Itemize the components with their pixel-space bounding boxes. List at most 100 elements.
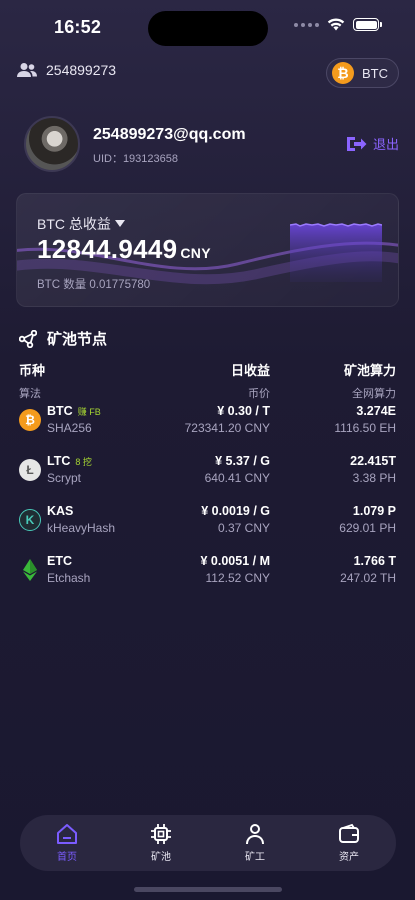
coin-daily: ¥ 0.0051 / M 112.52 CNY (169, 554, 271, 585)
earnings-card: BTC 总收益 12844.9449 CNY BTC 数量 0.01775780 (16, 193, 399, 307)
daily-income: ¥ 5.37 / G (215, 454, 270, 468)
tab-label: 矿池 (151, 852, 171, 863)
status-icons (294, 18, 382, 31)
header-user-id: 254899273 (46, 62, 117, 78)
coin-list: ₿ BTC 赚 FB SHA256 ¥ 0.30 / T 723341.20 C… (19, 404, 396, 604)
pool-hashrate: 1.766 T (353, 554, 396, 568)
status-time: 16:52 (54, 17, 102, 37)
header-price: 币价 (248, 388, 270, 400)
earnings-title: BTC 总收益 (37, 216, 111, 232)
coin-daily: ¥ 5.37 / G 640.41 CNY (169, 454, 270, 485)
litecoin-icon: Ł (19, 459, 41, 481)
tab-home[interactable]: 首页 (32, 823, 102, 863)
coin-price: 640.41 CNY (204, 471, 270, 485)
dynamic-island (148, 11, 268, 46)
pool-table-header: 币种 日收益 矿池算力 算法 币价 全网算力 (19, 360, 396, 401)
user-email: 254899273@qq.com (93, 126, 246, 143)
header-network-hashrate: 全网算力 (352, 388, 396, 400)
bitcoin-icon: ₿ (19, 409, 41, 431)
logout-button[interactable]: 退出 (345, 134, 399, 153)
tab-pool[interactable]: 矿池 (126, 823, 196, 863)
avatar[interactable] (24, 116, 80, 172)
earnings-title-dropdown[interactable]: BTC 总收益 (37, 214, 125, 234)
wifi-icon (327, 18, 345, 31)
pool-section-title: 矿池节点 (47, 331, 108, 348)
home-indicator[interactable] (134, 887, 282, 892)
ethereum-classic-icon (19, 559, 41, 581)
coin-row-etc[interactable]: ETC Etchash ¥ 0.0051 / M 112.52 CNY 1.76… (19, 554, 396, 604)
header-daily: 日收益 (230, 363, 270, 378)
header-algo: 算法 (19, 388, 41, 400)
wallet-icon (339, 823, 359, 843)
bottom-tab-bar: 首页 矿池 矿工 资产 (20, 815, 396, 871)
home-icon (57, 824, 77, 844)
battery-icon (353, 18, 382, 31)
coin-name: KAS (47, 504, 169, 518)
coin-selector-label: BTC (362, 65, 388, 81)
coin-row-ltc[interactable]: Ł LTC 8 挖 Scrypt ¥ 5.37 / G 640.41 CNY 2… (19, 454, 396, 504)
pool-hashrate: 1.079 P (352, 504, 396, 518)
coin-symbol: ETC (47, 554, 72, 568)
tab-label: 矿工 (245, 852, 265, 863)
coin-row-btc[interactable]: ₿ BTC 赚 FB SHA256 ¥ 0.30 / T 723341.20 C… (19, 404, 396, 454)
coin-selector[interactable]: ₿ BTC (326, 58, 399, 88)
tab-miner[interactable]: 矿工 (220, 823, 290, 863)
pool-section-header: 矿池节点 (19, 328, 107, 349)
header-coin: 币种 (19, 363, 46, 378)
coin-symbol: LTC (47, 454, 71, 468)
coin-info: LTC 8 挖 Scrypt (47, 454, 169, 485)
coin-hashrate: 1.766 T 247.02 TH (270, 554, 396, 585)
header-pool-hashrate: 矿池算力 (343, 363, 396, 378)
coin-algo: kHeavyHash (47, 521, 116, 535)
coin-algo: SHA256 (47, 421, 92, 435)
coin-hashrate: 1.079 P 629.01 PH (270, 504, 396, 535)
coin-symbol: KAS (47, 504, 74, 518)
coin-tag: 8 挖 (75, 456, 92, 467)
coin-name: ETC (47, 554, 169, 568)
daily-income: ¥ 0.30 / T (217, 404, 270, 418)
coin-algo: Scrypt (47, 471, 82, 485)
earnings-amount-line: 12844.9449 CNY (37, 234, 211, 265)
coin-price: 0.37 CNY (217, 521, 270, 535)
coin-hashrate: 22.415T 3.38 PH (270, 454, 396, 485)
daily-income: ¥ 0.0019 / G (201, 504, 270, 518)
tab-assets[interactable]: 资产 (314, 823, 384, 863)
caret-down-icon (114, 220, 125, 227)
users-icon (17, 63, 37, 77)
logout-icon (346, 136, 367, 151)
pool-hashrate: 3.274E (356, 404, 396, 418)
signal-icon (294, 22, 319, 27)
network-hashrate: 3.38 PH (352, 471, 396, 485)
coin-price: 723341.20 CNY (184, 421, 270, 435)
bitcoin-icon: ₿ (332, 62, 354, 84)
coin-hashrate: 3.274E 1116.50 EH (270, 404, 396, 435)
earnings-unit: CNY (180, 245, 211, 261)
coin-daily: ¥ 0.30 / T 723341.20 CNY (169, 404, 270, 435)
daily-income: ¥ 0.0051 / M (200, 554, 271, 568)
coin-algo: Etchash (47, 571, 91, 585)
earnings-btc-amount: BTC 数量 0.01775780 (37, 279, 151, 291)
coin-name: LTC 8 挖 (47, 454, 169, 468)
chip-icon (151, 824, 171, 844)
logout-label: 退出 (372, 137, 399, 152)
tab-label: 资产 (339, 852, 359, 863)
coin-tag: 赚 FB (77, 406, 101, 417)
status-bar: 16:52 (0, 0, 415, 56)
coin-info: ETC Etchash (47, 554, 169, 585)
account-switch[interactable]: 254899273 (16, 62, 116, 78)
coin-info: BTC 赚 FB SHA256 (47, 404, 169, 435)
tab-label: 首页 (57, 852, 77, 863)
coin-name: BTC 赚 FB (47, 404, 169, 418)
earnings-sparkline (290, 223, 382, 282)
person-icon (246, 824, 264, 845)
coin-info: KAS kHeavyHash (47, 504, 169, 535)
coin-price: 112.52 CNY (205, 571, 270, 585)
earnings-amount: 12844.9449 (37, 234, 178, 264)
network-hashrate: 629.01 PH (339, 521, 396, 535)
network-hashrate: 1116.50 EH (334, 421, 396, 435)
network-hashrate: 247.02 TH (340, 571, 396, 585)
node-icon (19, 329, 37, 348)
coin-row-kas[interactable]: K KAS kHeavyHash ¥ 0.0019 / G 0.37 CNY 1… (19, 504, 396, 554)
coin-symbol: BTC (47, 404, 73, 418)
coin-daily: ¥ 0.0019 / G 0.37 CNY (169, 504, 270, 535)
